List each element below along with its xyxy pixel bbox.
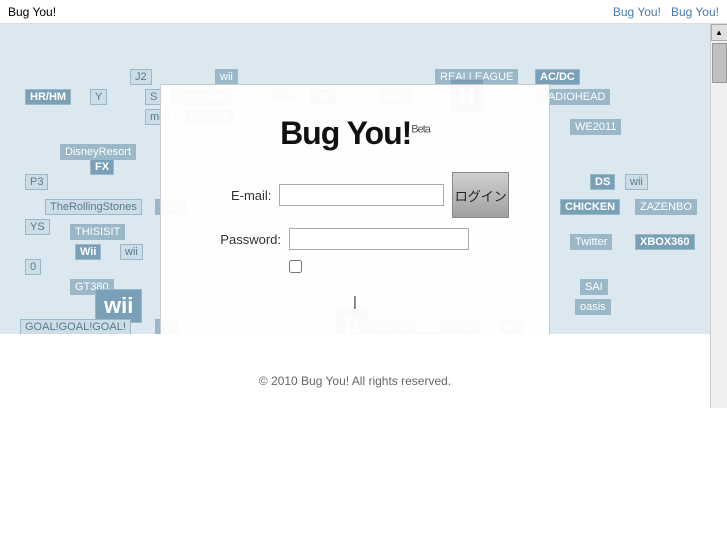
- tag-item[interactable]: TheRollingStones: [45, 199, 142, 215]
- remember-checkbox[interactable]: [289, 260, 302, 273]
- tag-item[interactable]: GOAL!GOAL!GOAL!: [20, 319, 131, 334]
- nav-link-1[interactable]: Bug You!: [613, 5, 661, 19]
- tag-item[interactable]: Wii: [75, 244, 101, 260]
- tag-item[interactable]: Twitter: [570, 234, 612, 250]
- tag-item[interactable]: P3: [25, 174, 48, 190]
- navbar: Bug You! Bug You! Bug You!: [0, 0, 727, 24]
- password-row: Password:: [201, 228, 509, 250]
- tag-item[interactable]: YS: [25, 219, 50, 235]
- scrollbar-track: ▲: [710, 24, 727, 408]
- tag-item[interactable]: wii: [95, 289, 142, 323]
- scrollbar-thumb[interactable]: [712, 43, 727, 83]
- tag-item[interactable]: 0: [25, 259, 41, 275]
- logo-area: Bug You!Beta: [201, 115, 509, 152]
- navbar-links: Bug You! Bug You!: [613, 5, 719, 19]
- tag-item[interactable]: wii: [215, 69, 238, 85]
- email-label: E-mail:: [201, 188, 271, 203]
- login-button[interactable]: ログイン: [452, 172, 509, 218]
- password-label: Password:: [201, 232, 281, 247]
- tag-item[interactable]: WE2011: [570, 119, 621, 135]
- tag-item[interactable]: SAI: [580, 279, 608, 295]
- tag-item[interactable]: AC/DC: [535, 69, 580, 85]
- tag-item[interactable]: Y: [90, 89, 107, 105]
- tag-item[interactable]: DisneyResort: [60, 144, 136, 160]
- tag-item[interactable]: HR/HM: [25, 89, 71, 105]
- logo-bugyou: Bug You!: [280, 115, 411, 151]
- tag-item[interactable]: CHICKEN: [560, 199, 620, 215]
- password-input[interactable]: [289, 228, 469, 250]
- tag-item[interactable]: wii: [625, 174, 648, 190]
- cursor-line: |: [201, 293, 509, 309]
- tag-item[interactable]: wii: [120, 244, 143, 260]
- tag-item[interactable]: FX: [90, 159, 114, 175]
- logo-text: Bug You!Beta: [280, 115, 430, 151]
- email-input[interactable]: [279, 184, 444, 206]
- login-modal: Bug You!Beta E-mail: ログイン Password: |: [160, 84, 550, 334]
- scrollbar-up-button[interactable]: ▲: [711, 24, 727, 41]
- navbar-brand: Bug You!: [8, 5, 56, 19]
- tag-item[interactable]: ZAZENBO: [635, 199, 697, 215]
- tag-item[interactable]: DS: [590, 174, 615, 190]
- tag-item[interactable]: XBOX360: [635, 234, 695, 250]
- email-row: E-mail: ログイン: [201, 172, 509, 218]
- tag-cloud-background: Bug You!Beta E-mail: ログイン Password: | J: [0, 24, 710, 334]
- tag-item[interactable]: THISISIT: [70, 224, 125, 240]
- footer: © 2010 Bug You! All rights reserved.: [0, 334, 710, 408]
- tag-item[interactable]: oasis: [575, 299, 611, 315]
- nav-link-2[interactable]: Bug You!: [671, 5, 719, 19]
- copyright-text: © 2010 Bug You! All rights reserved.: [259, 374, 451, 388]
- beta-badge: Beta: [411, 123, 430, 135]
- tag-item[interactable]: J2: [130, 69, 152, 85]
- remember-row: [289, 260, 509, 273]
